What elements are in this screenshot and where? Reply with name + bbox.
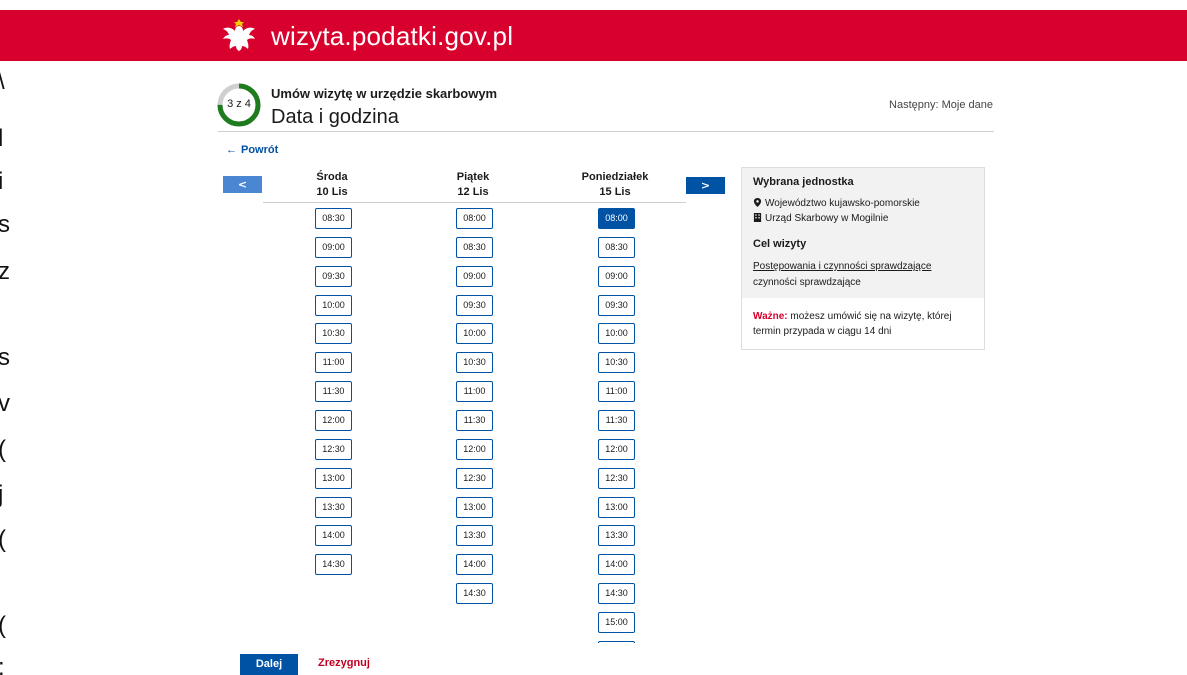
time-slot-button[interactable]: 11:00 bbox=[598, 381, 635, 403]
day-name: Poniedziałek bbox=[581, 171, 649, 183]
time-slot-button[interactable]: 14:30 bbox=[315, 554, 352, 576]
time-slot-button[interactable]: 12:00 bbox=[598, 438, 635, 460]
day-name: Środa bbox=[316, 171, 348, 183]
office-line: Urząd Skarbowy w Mogilnie bbox=[753, 213, 888, 224]
important-label: Ważne: bbox=[753, 311, 788, 322]
left-edge-glyph: ( bbox=[0, 612, 6, 640]
time-slot-button[interactable]: 09:30 bbox=[598, 294, 635, 316]
back-link[interactable]: ← Powrót bbox=[226, 144, 278, 156]
site-title[interactable]: wizyta.podatki.gov.pl bbox=[271, 21, 513, 52]
left-edge-glyph: : bbox=[0, 654, 5, 675]
time-slot-button[interactable]: 10:30 bbox=[598, 352, 635, 374]
day-date: 15 Lis bbox=[599, 186, 631, 198]
left-edge-glyph: \ bbox=[0, 68, 5, 96]
left-edge-glyph: z bbox=[0, 258, 10, 285]
day-header: Piątek 12 Lis bbox=[423, 170, 523, 200]
important-note: Ważne: możesz umówić się na wizytę, któr… bbox=[753, 309, 979, 339]
time-slot-button[interactable]: 11:30 bbox=[315, 381, 352, 403]
time-slot-button[interactable]: 08:00 bbox=[456, 208, 493, 229]
time-slot-button[interactable]: 13:30 bbox=[315, 496, 352, 518]
purpose-heading: Cel wizyty bbox=[753, 238, 807, 250]
day-header: Środa 10 Lis bbox=[282, 170, 382, 200]
arrow-left-icon: ← bbox=[226, 144, 237, 156]
left-edge-glyph: s bbox=[0, 211, 10, 238]
time-slot-button[interactable]: 11:30 bbox=[456, 409, 493, 431]
time-slot-button[interactable]: 11:30 bbox=[598, 409, 635, 431]
time-slot-button[interactable]: 10:00 bbox=[456, 323, 493, 345]
left-edge-glyph: i bbox=[0, 168, 4, 195]
time-slot-button[interactable]: 09:00 bbox=[456, 265, 493, 287]
time-slot-button[interactable] bbox=[598, 640, 635, 643]
time-slot-button[interactable]: 10:00 bbox=[598, 323, 635, 345]
time-slot-column: 08:30 09:00 09:30 10:00 10:30 11:00 11:30 12:00… bbox=[282, 207, 382, 643]
time-slot-button[interactable]: 08:30 bbox=[456, 236, 493, 258]
time-slot-button[interactable]: 10:30 bbox=[315, 323, 352, 345]
day-name: Piątek bbox=[456, 171, 490, 183]
unit-heading: Wybrana jednostka bbox=[753, 176, 854, 188]
step-counter: 3 z 4 bbox=[227, 98, 251, 110]
time-slot-button[interactable]: 14:30 bbox=[598, 583, 635, 605]
time-slot-button[interactable]: 15:00 bbox=[598, 611, 635, 633]
voivodeship-text: Województwo kujawsko-pomorskie bbox=[765, 198, 920, 209]
time-slot-button[interactable]: 12:30 bbox=[315, 438, 352, 460]
time-slot-button[interactable]: 09:30 bbox=[315, 265, 352, 287]
time-slot-button[interactable]: 08:30 bbox=[598, 236, 635, 258]
time-slot-button[interactable]: 09:00 bbox=[315, 236, 352, 258]
building-icon bbox=[753, 213, 762, 222]
next-days-button[interactable]: > bbox=[686, 177, 725, 194]
time-slot-button[interactable]: 11:00 bbox=[315, 352, 352, 374]
voivodeship-line: Województwo kujawsko-pomorskie bbox=[753, 198, 920, 209]
time-slot-button[interactable]: 14:30 bbox=[456, 583, 493, 605]
purpose-link-label[interactable]: Postępowania i czynności sprawdzające bbox=[753, 261, 931, 272]
page-title: Data i godzina bbox=[271, 106, 399, 128]
site-header-bar: wizyta.podatki.gov.pl bbox=[0, 10, 1187, 61]
time-slot-button[interactable]: 08:00 bbox=[598, 208, 635, 229]
left-edge-glyph: v bbox=[0, 390, 10, 417]
time-slot-button[interactable]: 14:00 bbox=[598, 554, 635, 576]
day-header: Poniedziałek 15 Lis bbox=[565, 170, 665, 200]
time-slot-button[interactable]: 10:30 bbox=[456, 352, 493, 374]
polish-eagle-icon bbox=[223, 19, 255, 51]
next-button[interactable]: Dalej bbox=[240, 654, 298, 675]
next-step-label: Następny: Moje dane bbox=[889, 99, 993, 111]
left-edge-text: \ l i s z s v ( j ( ( : bbox=[0, 0, 10, 675]
purpose-link[interactable]: Postępowania i czynności sprawdzające bbox=[753, 261, 931, 272]
left-edge-glyph: s bbox=[0, 344, 10, 371]
time-slot-button[interactable]: 13:00 bbox=[315, 467, 352, 489]
time-slot-button[interactable]: 09:00 bbox=[598, 265, 635, 287]
time-slot-button[interactable]: 12:30 bbox=[456, 467, 493, 489]
left-edge-glyph: j bbox=[0, 481, 4, 508]
time-slot-column: 08:00 08:30 09:00 09:30 10:00 10:30 11:00 11:30… bbox=[565, 207, 665, 643]
time-slot-column: 08:00 08:30 09:00 09:30 10:00 10:30 11:00 11:30… bbox=[423, 207, 523, 643]
time-slot-button[interactable]: 10:00 bbox=[315, 294, 352, 316]
time-slot-button[interactable]: 12:00 bbox=[315, 409, 352, 431]
time-slot-button[interactable]: 13:30 bbox=[598, 525, 635, 547]
left-edge-glyph: ( bbox=[0, 436, 6, 464]
map-pin-icon bbox=[753, 198, 762, 207]
previous-days-button[interactable]: < bbox=[223, 176, 262, 193]
day-date: 12 Lis bbox=[457, 186, 489, 198]
time-slot-button[interactable]: 09:30 bbox=[456, 294, 493, 316]
time-slot-button[interactable]: 13:30 bbox=[456, 525, 493, 547]
time-slot-button[interactable]: 13:00 bbox=[456, 496, 493, 518]
left-edge-glyph: ( bbox=[0, 526, 6, 554]
cancel-link[interactable]: Zrezygnuj bbox=[318, 657, 370, 669]
time-slot-button[interactable]: 14:00 bbox=[456, 554, 493, 576]
time-slot-button[interactable]: 13:00 bbox=[598, 496, 635, 518]
time-slot-button[interactable]: 14:00 bbox=[315, 525, 352, 547]
back-link-label: Powrót bbox=[241, 144, 279, 156]
office-text: Urząd Skarbowy w Mogilnie bbox=[765, 213, 889, 224]
left-edge-glyph: l bbox=[0, 125, 4, 152]
time-slot-button[interactable]: 08:30 bbox=[315, 208, 352, 229]
days-divider bbox=[263, 202, 686, 203]
header-divider bbox=[218, 131, 994, 132]
selection-summary-panel: Wybrana jednostka Województwo kujawsko-p… bbox=[741, 167, 985, 350]
page-subtitle: Umów wizytę w urzędzie skarbowym bbox=[271, 86, 498, 101]
purpose-detail: czynności sprawdzające bbox=[753, 277, 861, 288]
time-slot-button[interactable]: 11:00 bbox=[456, 381, 493, 403]
time-slot-button[interactable]: 12:00 bbox=[456, 438, 493, 460]
time-slot-button[interactable]: 12:30 bbox=[598, 467, 635, 489]
day-date: 10 Lis bbox=[316, 186, 348, 198]
